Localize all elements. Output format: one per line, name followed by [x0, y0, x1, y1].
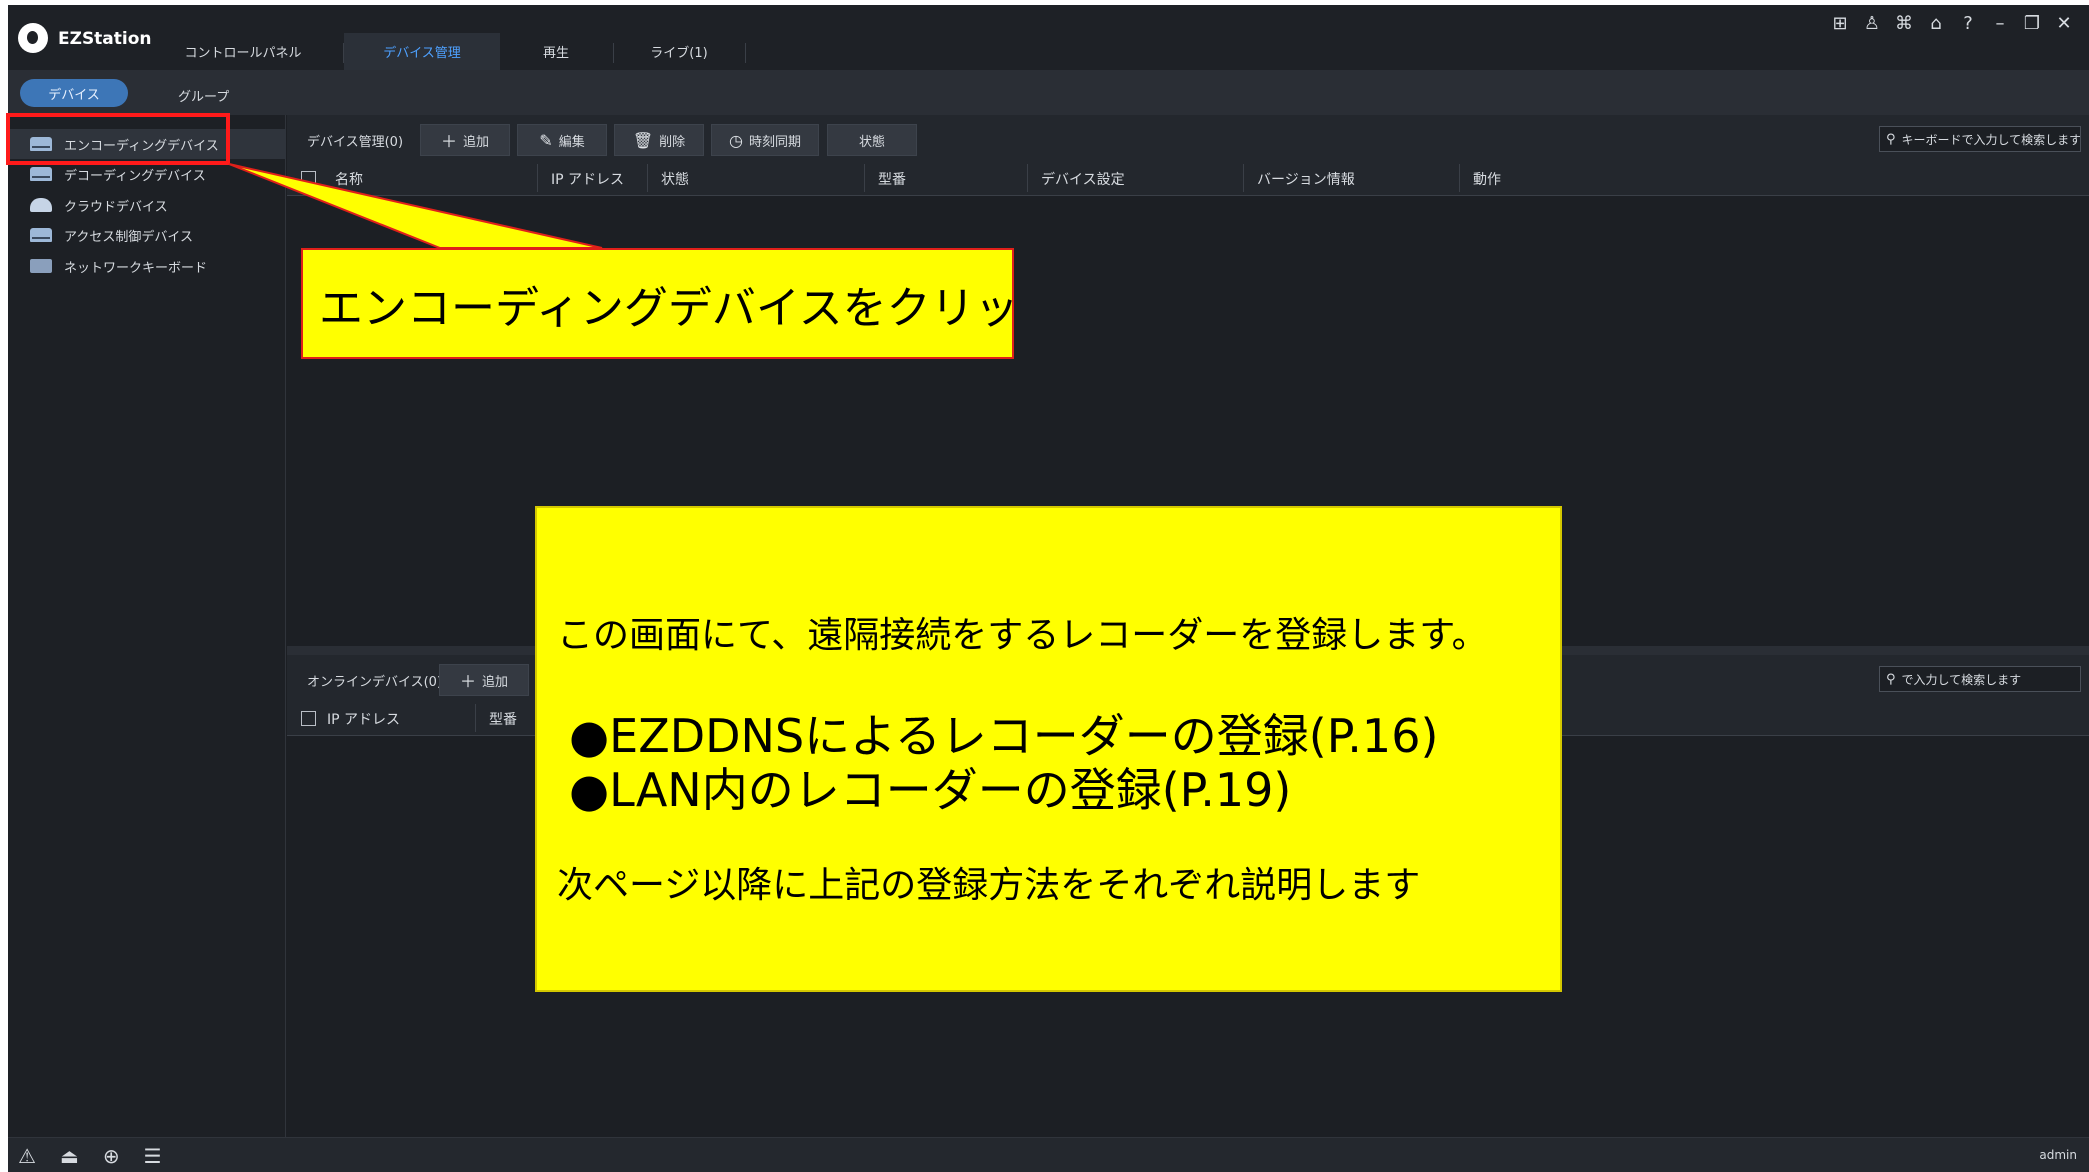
time-sync-label: 時刻同期: [748, 134, 801, 150]
column-divider: [1027, 164, 1028, 192]
column-header-ip[interactable]: IP アドレス: [551, 169, 624, 189]
device-type-sidebar: エンコーディングデバイス デコーディングデバイス クラウドデバイス アクセス制御…: [8, 115, 286, 1137]
plus-icon: ＋: [459, 672, 476, 691]
click-instruction-callout: エンコーディングデバイスをクリック: [301, 248, 1014, 359]
online-device-count-label: オンラインデバイス(0): [307, 675, 443, 690]
device-count-label: デバイス管理(0): [307, 135, 404, 150]
plus-icon: ＋: [440, 132, 457, 151]
device-management-toolbar: デバイス管理(0) ＋ 追加 ✎ 編集 🗑 削除 ◷ 時刻同期 状態 ⚲ キーボ…: [287, 115, 2089, 160]
column-divider: [537, 164, 538, 192]
column-divider: [475, 704, 476, 732]
column-header-name[interactable]: 名称: [335, 169, 363, 189]
sidebar-item-access-control[interactable]: アクセス制御デバイス: [8, 220, 286, 250]
sidebar-item-label: アクセス制御デバイス: [64, 229, 193, 245]
search-placeholder: キーボードで入力して検索します: [1901, 132, 2081, 147]
subtab-device[interactable]: デバイス: [20, 79, 128, 107]
online-add-button[interactable]: ＋ 追加: [439, 664, 529, 696]
network-icon[interactable]: ⌘: [1895, 13, 1913, 34]
online-select-all-checkbox[interactable]: [301, 711, 316, 726]
title-bar: EZStation コントロールパネル デバイス管理 再生 ライブ(1) ⊞ ♙…: [8, 5, 2089, 70]
shirt-icon[interactable]: ♙: [1863, 13, 1881, 34]
restore-icon[interactable]: ❐: [2023, 13, 2041, 34]
online-search-input[interactable]: ⚲ で入力して検索します: [1879, 666, 2081, 692]
cloud-device-icon: [30, 198, 52, 212]
device-table-header: 名称 IP アドレス 状態 型番 デバイス設定 バージョン情報 動作: [287, 160, 2089, 196]
add-button[interactable]: ＋ 追加: [420, 124, 510, 156]
column-header-device-settings[interactable]: デバイス設定: [1041, 169, 1125, 189]
grid-view-icon[interactable]: ⊞: [1831, 13, 1849, 34]
column-divider: [1243, 164, 1244, 192]
download-icon[interactable]: ⊕: [103, 1144, 120, 1168]
highlight-box: [6, 113, 230, 165]
sidebar-item-label: クラウドデバイス: [64, 199, 168, 215]
delete-button[interactable]: 🗑 削除: [614, 124, 704, 156]
tab-divider: [745, 43, 746, 63]
delete-label: 削除: [659, 134, 686, 150]
callout-intro-text: この画面にて、遠隔接続をするレコーダーを登録します。: [557, 615, 1488, 656]
pencil-icon: ✎: [539, 130, 553, 150]
status-label: 状態: [858, 134, 885, 150]
clock-icon: ◷: [729, 130, 743, 150]
tab-live[interactable]: ライブ(1): [614, 33, 744, 70]
status-icons: ⚠ ⏏ ⊕ ☰: [18, 1144, 162, 1168]
keyboard-icon: [30, 259, 52, 273]
warning-icon[interactable]: ⚠: [18, 1144, 36, 1168]
column-header-action[interactable]: 動作: [1473, 169, 1501, 189]
add-label: 追加: [463, 134, 490, 150]
task-list-icon[interactable]: ☰: [144, 1144, 162, 1168]
time-sync-button[interactable]: ◷ 時刻同期: [711, 124, 819, 156]
sidebar-item-cloud-device[interactable]: クラウドデバイス: [8, 190, 286, 220]
callout-footer-text: 次ページ以降に上記の登録方法をそれぞれ説明します: [557, 865, 1421, 906]
sidebar-item-label: ネットワークキーボード: [64, 260, 208, 276]
tab-playback[interactable]: 再生: [500, 33, 612, 70]
column-header-online-ip[interactable]: IP アドレス: [327, 709, 400, 729]
edit-label: 編集: [558, 134, 585, 150]
app-name: EZStation: [58, 29, 152, 49]
explanation-callout: この画面にて、遠隔接続をするレコーダーを登録します。 ●EZDDNSによるレコー…: [535, 506, 1562, 992]
column-header-online-model[interactable]: 型番: [489, 709, 517, 729]
tab-control-panel[interactable]: コントロールパネル: [173, 33, 313, 70]
lock-icon[interactable]: ⌂: [1927, 13, 1945, 34]
column-header-version[interactable]: バージョン情報: [1257, 169, 1355, 189]
current-user: admin: [2039, 1148, 2077, 1162]
tab-device-management[interactable]: デバイス管理: [344, 33, 500, 70]
column-divider: [647, 164, 648, 192]
device-search-input[interactable]: ⚲ キーボードで入力して検索します: [1879, 126, 2081, 152]
decoder-icon: [30, 167, 52, 181]
online-search-placeholder: で入力して検索します: [1901, 672, 2022, 687]
column-divider: [864, 164, 865, 192]
column-divider: [1459, 164, 1460, 192]
close-icon[interactable]: ✕: [2055, 13, 2073, 34]
app-logo-icon: [18, 23, 48, 53]
window-controls: ⊞ ♙ ⌘ ⌂ ? – ❐ ✕: [1831, 13, 2073, 34]
sub-tab-bar: デバイス グループ: [8, 70, 2089, 115]
status-button[interactable]: 状態: [827, 124, 917, 156]
select-all-checkbox[interactable]: [301, 171, 316, 186]
column-header-status[interactable]: 状態: [661, 169, 689, 189]
edit-button[interactable]: ✎ 編集: [517, 124, 607, 156]
column-header-model[interactable]: 型番: [878, 169, 906, 189]
search-icon: ⚲: [1886, 671, 1896, 687]
minimize-icon[interactable]: –: [1991, 13, 2009, 34]
status-bar: ⚠ ⏏ ⊕ ☰ admin: [8, 1137, 2089, 1172]
trash-icon: 🗑: [632, 130, 654, 150]
help-icon[interactable]: ?: [1959, 13, 1977, 34]
access-control-icon: [30, 228, 52, 242]
sidebar-item-label: デコーディングデバイス: [64, 168, 206, 184]
search-icon: ⚲: [1886, 131, 1896, 147]
subtab-group[interactable]: グループ: [178, 86, 229, 105]
callout-bullet-lan: ●LAN内のレコーダーの登録(P.19): [569, 763, 1292, 817]
sidebar-item-network-keyboard[interactable]: ネットワークキーボード: [8, 251, 286, 281]
online-add-label: 追加: [482, 674, 509, 690]
upgrade-icon[interactable]: ⏏: [60, 1144, 79, 1168]
